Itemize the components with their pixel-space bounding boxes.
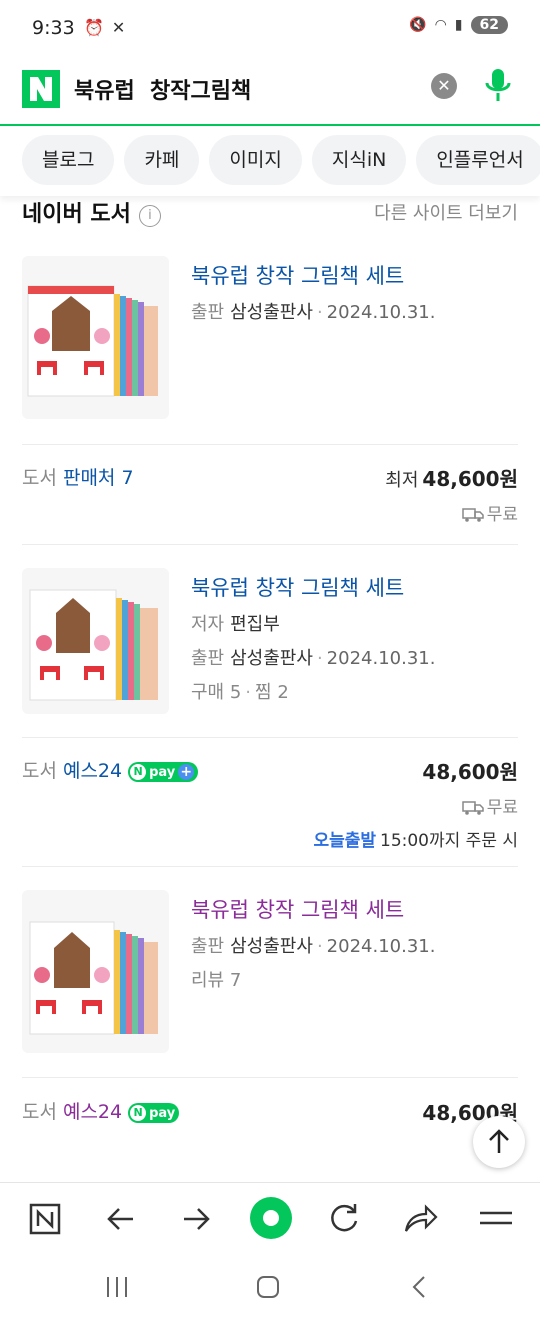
arrow-up-icon: [489, 1129, 509, 1153]
mute-icon: 🔇: [409, 17, 427, 33]
npay-badge: Npay +: [128, 762, 199, 782]
seller-link[interactable]: 예스24: [63, 760, 122, 782]
menu-icon[interactable]: [474, 1197, 518, 1241]
book-title-link[interactable]: 북유럽 창작 그림책 세트: [191, 572, 435, 602]
book-item[interactable]: 북유럽 창작 그림책 세트 저자 편집부 출판 삼성출판사 · 2024.10.31. …: [22, 568, 518, 738]
bottom-toolbar: [0, 1182, 540, 1255]
wifi-icon: ◠: [434, 17, 447, 33]
price: 최저 48,600원: [385, 467, 518, 491]
book-cover-image[interactable]: [22, 568, 169, 714]
tab-cafe[interactable]: 카페: [124, 135, 200, 185]
divider: [22, 737, 518, 738]
purchase-count: 구매 5: [191, 682, 242, 703]
seller-row[interactable]: 도서 예스24 Npay + 48,600원 무료 오늘출발 15:00까지 주문 시: [22, 756, 518, 866]
battery-indicator: 62: [470, 16, 508, 34]
back-arrow-icon[interactable]: [99, 1197, 143, 1241]
search-tabs: 블로그 카페 이미지 지식iN 인플루언서: [0, 126, 540, 196]
mic-icon[interactable]: [482, 66, 514, 106]
book-cover-image[interactable]: [22, 890, 169, 1053]
signal-icon: ▮: [454, 17, 463, 33]
clear-search-button[interactable]: ✕: [431, 73, 457, 99]
truck-icon: [461, 508, 484, 522]
publish-date: 2024.10.31.: [326, 302, 436, 323]
naver-home-icon[interactable]: [23, 1197, 67, 1241]
home-icon[interactable]: [248, 1270, 288, 1304]
book-title-link[interactable]: 북유럽 창작 그림책 세트: [191, 260, 435, 290]
divider: [22, 544, 518, 545]
search-input[interactable]: 북유럽 창작그림책: [74, 73, 251, 105]
tab-kin[interactable]: 지식iN: [311, 135, 407, 185]
publisher-name: 삼성출판사: [230, 302, 313, 323]
seller-link[interactable]: 판매처 7: [63, 467, 134, 489]
seller-row[interactable]: 도서 판매처 7 최저 48,600원 무료: [22, 463, 518, 563]
forward-arrow-icon[interactable]: [174, 1197, 218, 1241]
tab-blog[interactable]: 블로그: [22, 135, 115, 185]
plus-icon: +: [178, 764, 195, 780]
shipping-info: 무료: [313, 793, 518, 818]
tab-image[interactable]: 이미지: [209, 135, 302, 185]
book-item[interactable]: 북유럽 창작 그림책 세트 출판 삼성출판사 · 2024.10.31. 리뷰 7: [22, 890, 518, 1060]
review-count: 리뷰 7: [191, 970, 242, 991]
section-header: 네이버 도서 i 다른 사이트 더보기: [22, 196, 518, 230]
seller-link[interactable]: 예스24: [63, 1101, 122, 1123]
divider: [22, 444, 518, 445]
save-count: 찜 2: [255, 682, 289, 703]
recent-apps-icon[interactable]: [97, 1270, 137, 1304]
author-name: 편집부: [230, 614, 280, 635]
notification-off-icon: ✕: [111, 18, 126, 37]
share-icon[interactable]: [398, 1197, 442, 1241]
system-nav-bar: [0, 1254, 540, 1320]
close-icon: ✕: [437, 76, 451, 95]
book-item[interactable]: 북유럽 창작 그림책 세트 출판 삼성출판사 · 2024.10.31.: [22, 256, 518, 426]
truck-icon: [461, 801, 484, 815]
naver-logo-icon[interactable]: [22, 70, 60, 108]
status-bar: 9:33 ⏰ ✕ 🔇 ◠ ▮ 62: [0, 0, 540, 58]
divider: [22, 866, 518, 867]
shipping-info: 무료: [385, 500, 518, 525]
npay-badge: Npay: [128, 1103, 180, 1123]
publisher-name: 삼성출판사: [230, 936, 313, 957]
npay-n-icon: N: [130, 764, 147, 780]
publisher-name: 삼성출판사: [230, 648, 313, 669]
green-dot-home-button[interactable]: [250, 1197, 292, 1239]
info-icon[interactable]: i: [138, 205, 161, 227]
search-bar: 북유럽 창작그림책 ✕: [0, 58, 540, 126]
price: 48,600원: [422, 760, 518, 784]
npay-n-icon: N: [130, 1105, 147, 1121]
alarm-icon: ⏰: [84, 18, 104, 37]
book-title-link[interactable]: 북유럽 창작 그림책 세트: [191, 894, 435, 924]
publish-date: 2024.10.31.: [326, 648, 436, 669]
tab-influencer[interactable]: 인플루언서: [416, 135, 540, 185]
divider: [22, 1077, 518, 1078]
more-sites-link[interactable]: 다른 사이트 더보기: [374, 199, 518, 225]
scroll-top-button[interactable]: [473, 1116, 525, 1168]
publish-date: 2024.10.31.: [326, 936, 436, 957]
section-title: 네이버 도서: [22, 202, 131, 227]
back-icon[interactable]: [400, 1270, 440, 1304]
refresh-icon[interactable]: [322, 1197, 366, 1241]
status-time: 9:33: [32, 17, 75, 39]
delivery-info: 오늘출발 15:00까지 주문 시: [313, 831, 518, 851]
book-cover-image[interactable]: [22, 256, 169, 419]
